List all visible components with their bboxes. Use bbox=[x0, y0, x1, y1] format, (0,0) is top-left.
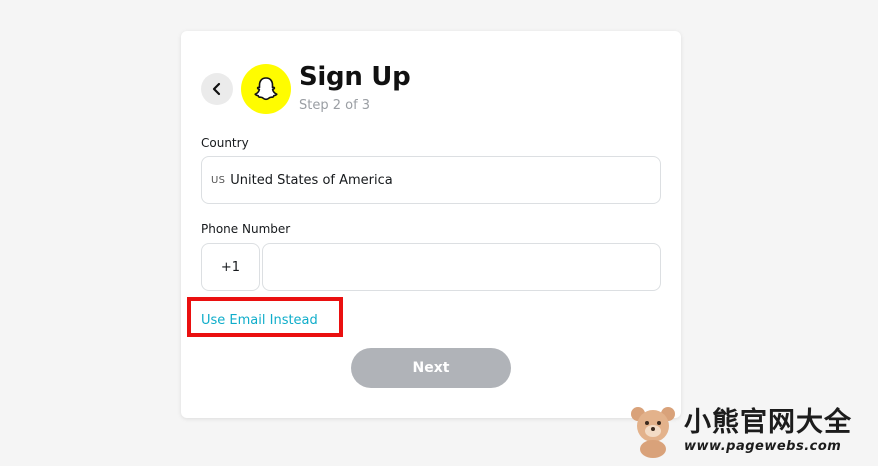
bear-mascot-icon bbox=[631, 407, 675, 458]
chevron-left-icon bbox=[212, 82, 221, 96]
country-label: Country bbox=[201, 136, 249, 150]
snapchat-logo bbox=[241, 64, 291, 114]
dial-code: +1 bbox=[220, 259, 241, 275]
dial-code-select[interactable]: +1 bbox=[201, 243, 260, 291]
back-button[interactable] bbox=[201, 73, 233, 105]
phone-number-input[interactable] bbox=[262, 243, 661, 291]
next-button[interactable]: Next bbox=[351, 348, 511, 388]
phone-label: Phone Number bbox=[201, 222, 291, 236]
country-value: United States of America bbox=[230, 172, 393, 188]
use-email-link[interactable]: Use Email Instead bbox=[201, 313, 318, 328]
country-code: US bbox=[211, 174, 226, 186]
snapchat-ghost-icon bbox=[254, 77, 278, 101]
watermark-name: 小熊官网大全 bbox=[684, 406, 852, 438]
step-indicator: Step 2 of 3 bbox=[299, 98, 371, 113]
country-select[interactable]: US United States of America bbox=[201, 156, 661, 204]
watermark: 小熊官网大全 www.pagewebs.com bbox=[628, 398, 874, 462]
signup-card: Sign Up Step 2 of 3 Country US United St… bbox=[181, 31, 681, 418]
page-title: Sign Up bbox=[299, 62, 411, 92]
watermark-url: www.pagewebs.com bbox=[684, 438, 842, 454]
